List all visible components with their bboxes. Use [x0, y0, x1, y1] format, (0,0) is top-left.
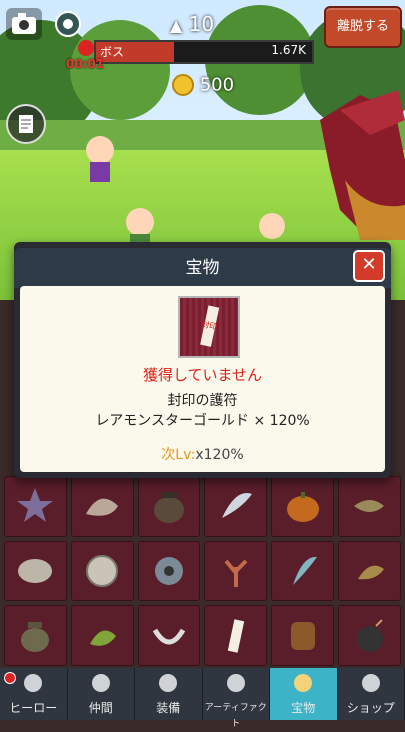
- leaf-cluster-icon: [80, 614, 124, 658]
- treasure-slot[interactable]: [204, 541, 267, 602]
- seal-charm-icon: [214, 614, 258, 658]
- treasure-slot[interactable]: [204, 476, 267, 537]
- shell-icon: [80, 484, 124, 528]
- star-fish-icon: [13, 484, 57, 528]
- treasure-slot[interactable]: [71, 605, 134, 666]
- settings-button[interactable]: [52, 8, 84, 40]
- coral-icon: [214, 549, 258, 593]
- dialog-title: 宝物: [14, 248, 391, 288]
- treasure-slot[interactable]: [271, 541, 334, 602]
- treasure-effect: レアモンスターゴールド × 120%: [20, 410, 385, 430]
- treasure-detail-panel: 封印 獲得していません 封印の護符 レアモンスターゴールド × 120% 次Lv…: [20, 286, 385, 472]
- boss-health-bar: ボス 1.67K: [94, 40, 314, 64]
- treasure-name: 封印の護符: [20, 390, 385, 410]
- stage-level-value: 10: [189, 12, 214, 36]
- barrel-icon: [281, 614, 325, 658]
- pot-icon: [147, 484, 191, 528]
- treasure-slot[interactable]: [138, 476, 201, 537]
- bomb-icon: [348, 614, 392, 658]
- feather-icon: [214, 484, 258, 528]
- tab-companions[interactable]: 仲間: [68, 668, 136, 720]
- necklace-icon: [147, 614, 191, 658]
- bottom-tab-bar: ヒーロー仲間装備アーティファクト宝物ショップ: [0, 668, 405, 720]
- gear-icon: [52, 8, 84, 40]
- tab-label: 仲間: [68, 700, 135, 716]
- treasure-slot[interactable]: [204, 605, 267, 666]
- seal-charm-icon: 封印: [178, 296, 240, 358]
- coin-icon: [80, 549, 124, 593]
- boss-hp-value: 1.67K: [271, 43, 306, 57]
- close-icon: ✕: [361, 254, 376, 275]
- treasure-icon: [270, 670, 337, 700]
- treasure-slot[interactable]: [271, 605, 334, 666]
- artifact-icon: [203, 670, 270, 700]
- gear-icon: [147, 549, 191, 593]
- acquire-status: 獲得していません: [20, 364, 385, 385]
- pumpkin-icon: [281, 484, 325, 528]
- document-icon: [8, 106, 44, 142]
- next-level-label: 次Lv:: [161, 447, 195, 463]
- quest-button[interactable]: [6, 104, 46, 144]
- treasure-slot[interactable]: [138, 605, 201, 666]
- treasure-slot[interactable]: [338, 605, 401, 666]
- next-level-info: 次Lv:x120%: [20, 444, 385, 464]
- tab-label: 装備: [135, 700, 202, 716]
- vase-icon: [13, 614, 57, 658]
- treasure-dialog: 宝物 ✕ 封印 獲得していません 封印の護符 レアモンスターゴールド × 120…: [14, 242, 391, 478]
- boss-skull-icon: [78, 40, 94, 56]
- treasure-slot[interactable]: [71, 541, 134, 602]
- next-level-value: x120%: [195, 447, 243, 463]
- treasure-grid: [4, 476, 401, 666]
- fish-icon: [348, 484, 392, 528]
- treasure-slot[interactable]: [71, 476, 134, 537]
- seal-charm-art: 封印: [180, 298, 238, 356]
- gold-value: 500: [200, 75, 234, 96]
- companions-icon: [68, 670, 135, 700]
- tab-label: ショップ: [338, 700, 405, 716]
- treasure-slot[interactable]: [4, 605, 67, 666]
- equipment-icon: [135, 670, 202, 700]
- tab-hero[interactable]: ヒーロー: [0, 668, 68, 720]
- camera-button[interactable]: [6, 8, 42, 40]
- gold-coin-icon: [172, 74, 194, 96]
- fossil-icon: [13, 549, 57, 593]
- tab-shop[interactable]: ショップ: [338, 668, 405, 720]
- tab-label: 宝物: [270, 700, 337, 716]
- tab-label: アーティファクト: [203, 700, 270, 732]
- notification-dot: [4, 672, 16, 684]
- tooth-icon: [281, 549, 325, 593]
- tab-artifact[interactable]: アーティファクト: [203, 668, 271, 720]
- treasure-slot[interactable]: [271, 476, 334, 537]
- close-button[interactable]: ✕: [353, 250, 385, 282]
- boss-timer: 00:01: [66, 57, 104, 71]
- stage-level: ▲ 10: [170, 12, 230, 36]
- treasure-slot[interactable]: [338, 476, 401, 537]
- leave-button[interactable]: 離脱する: [324, 6, 402, 48]
- camera-icon: [6, 8, 42, 40]
- treasure-slot[interactable]: [138, 541, 201, 602]
- treasure-slot[interactable]: [4, 476, 67, 537]
- tab-treasure[interactable]: 宝物: [270, 668, 338, 720]
- gold-counter: 500: [172, 74, 252, 98]
- shop-icon: [338, 670, 405, 700]
- treasure-slot[interactable]: [338, 541, 401, 602]
- treasure-slot[interactable]: [4, 541, 67, 602]
- tab-label: ヒーロー: [0, 700, 67, 716]
- tab-equipment[interactable]: 装備: [135, 668, 203, 720]
- mountain-icon: ▲: [170, 16, 182, 35]
- leaf-icon: [348, 549, 392, 593]
